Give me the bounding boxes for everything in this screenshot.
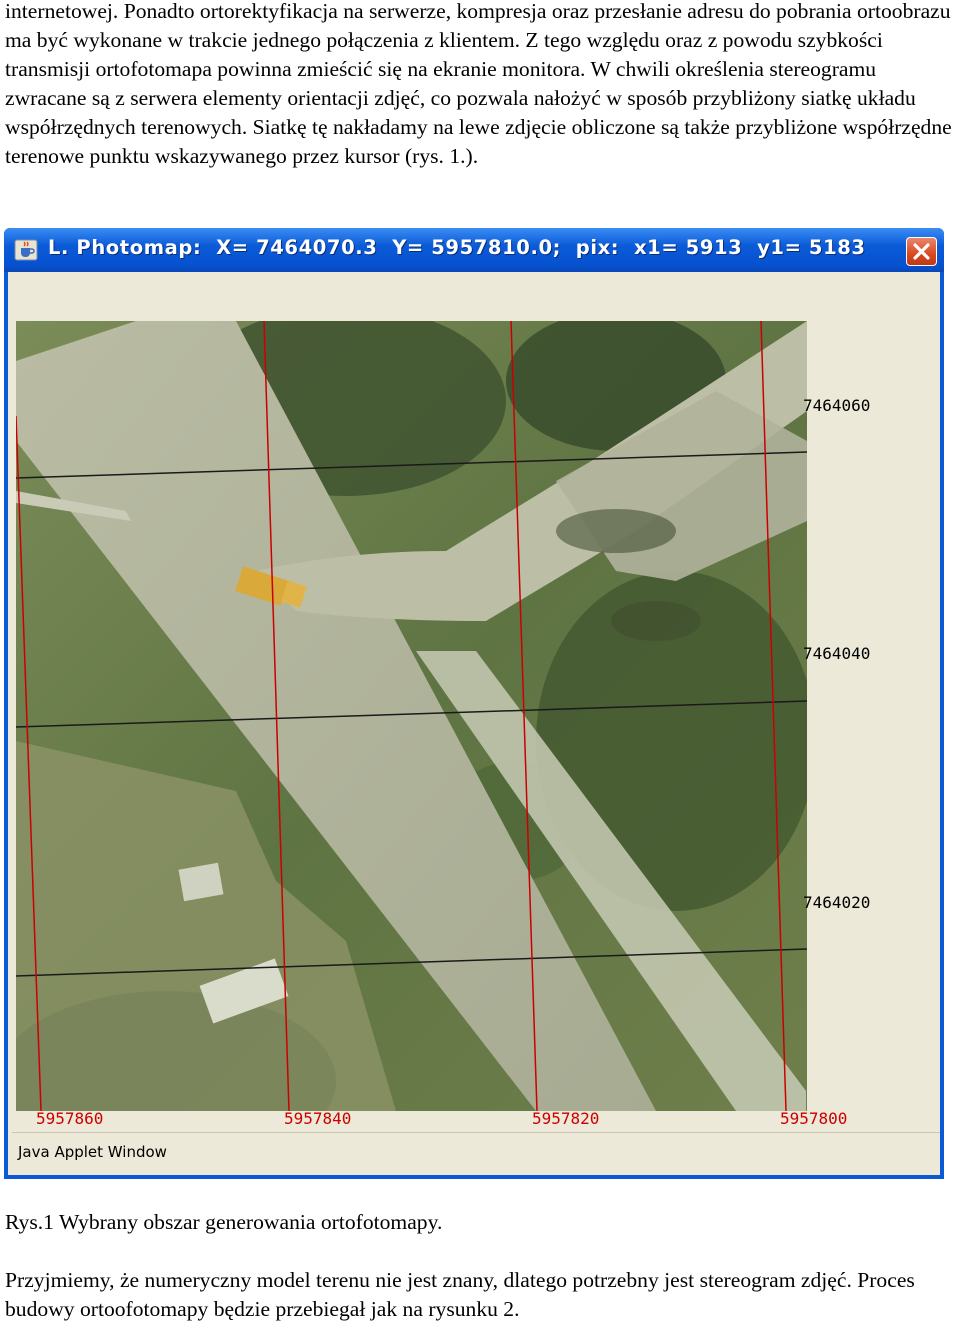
status-text: Java Applet Window <box>18 1143 167 1161</box>
java-cup-icon <box>14 239 38 261</box>
grid-column-line <box>263 321 290 1111</box>
grid-column-line <box>760 321 787 1111</box>
close-icon <box>913 243 930 260</box>
coordinate-grid <box>16 321 807 1111</box>
row-label: 7464040 <box>803 644 871 663</box>
window-title: L. Photomap: X= 7464070.3 Y= 5957810.0; … <box>48 236 866 259</box>
grid-row-line <box>16 451 807 479</box>
photomap-window: L. Photomap: X= 7464070.3 Y= 5957810.0; … <box>4 228 944 1179</box>
row-label: 7464060 <box>803 396 871 415</box>
close-button[interactable] <box>906 237 937 266</box>
applet-client-area: 7464060 7464040 7464020 5957860 5957840 … <box>8 272 940 1175</box>
column-label: 5957820 <box>532 1109 600 1128</box>
title-bar[interactable]: L. Photomap: X= 7464070.3 Y= 5957810.0; … <box>4 228 944 272</box>
status-bar: Java Applet Window <box>12 1132 940 1171</box>
grid-column-line <box>510 321 538 1111</box>
column-label: 5957860 <box>36 1109 104 1128</box>
column-label: 5957840 <box>284 1109 352 1128</box>
grid-row-line <box>16 948 807 977</box>
grid-column-line <box>16 415 42 1111</box>
column-label: 5957800 <box>780 1109 848 1128</box>
row-label: 7464020 <box>803 893 871 912</box>
paragraph-bottom: Przyjmiemy, że numeryczny model terenu n… <box>5 1268 915 1321</box>
figure-caption: Rys.1 Wybrany obszar generowania ortofot… <box>5 1210 443 1234</box>
paragraph-top: internetowej. Ponadto ortorektyfikacja n… <box>5 0 952 168</box>
grid-label-margin <box>807 321 939 1111</box>
orthophoto-map[interactable] <box>16 321 807 1111</box>
grid-row-line <box>16 700 807 728</box>
